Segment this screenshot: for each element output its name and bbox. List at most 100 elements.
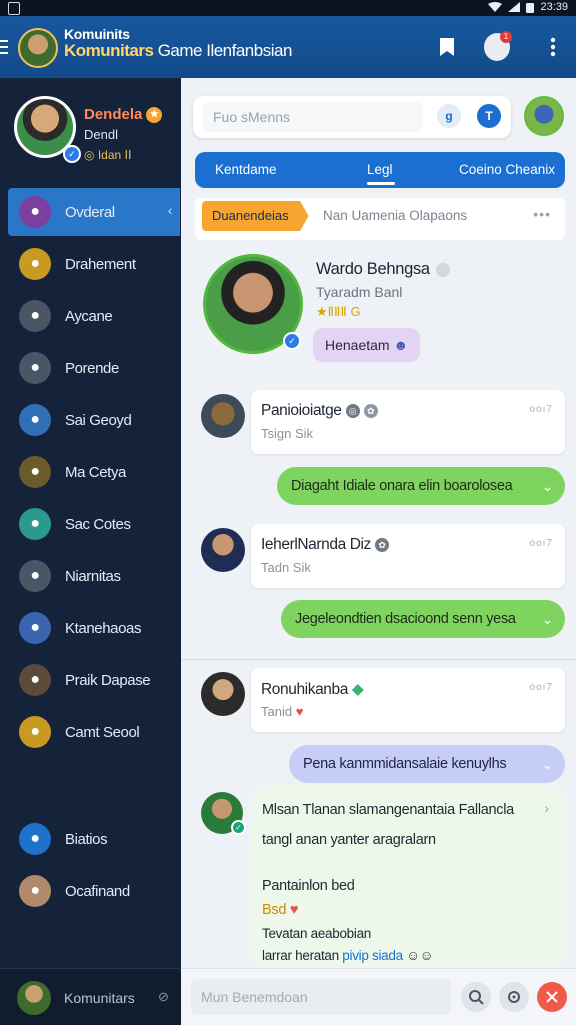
bookmark-button[interactable] [434, 34, 460, 60]
tab-bar: Kentdame Legl Coeino Cheanix [195, 152, 565, 188]
bookmark-icon [440, 38, 454, 56]
tab-coeino[interactable]: Coeino Cheanix [459, 162, 555, 177]
tab-legl[interactable]: Legl [367, 162, 393, 177]
chat-bubble[interactable]: Diagaht Idiale onara elin boarolosea ⌄ [277, 467, 565, 505]
category-text: Nan Uamenia Olapaons [323, 208, 468, 223]
sidebar-item-ma-cetya[interactable]: ● Ma Cetya [8, 448, 180, 496]
sidebar-item-aycane[interactable]: ● Aycane [8, 292, 180, 340]
treasure-icon: ● [19, 248, 51, 280]
long-message-line: Bsd ♥ [262, 902, 298, 918]
sword-icon: ● [19, 456, 51, 488]
notifications-button[interactable]: 1 [484, 31, 512, 61]
close-button[interactable] [537, 982, 567, 1012]
profile-name-text: Dendela [84, 106, 143, 123]
long-message-card[interactable]: Mlsan Tlanan slamangenantaia Fallancla t… [251, 786, 565, 968]
sidebar-item-camt-seool[interactable]: ● Camt Seool [8, 708, 180, 756]
character-icon: ● [19, 508, 51, 540]
profile-badge-icon: ★ [146, 107, 163, 124]
footer-label: Komunitars [64, 990, 135, 1006]
sidebar-item-label: Niarnitas [65, 567, 121, 585]
heart-icon: ♥ [289, 902, 299, 918]
long-message-line: tangl anan yanter aragralarn [262, 832, 436, 848]
search-input[interactable] [203, 102, 423, 132]
long-message-line-text: Bsd [262, 902, 287, 918]
sidebar-item-ovderal[interactable]: ● Ovderal ‹ [8, 188, 180, 236]
battery-icon [526, 2, 535, 13]
category-chip[interactable]: Duanendeias [202, 201, 309, 231]
message-card[interactable]: Ronuhikanba ◆ Tanid ♥ ooı7 [251, 668, 565, 732]
category-row[interactable]: Duanendeias Nan Uamenia Olapaons ••• [195, 198, 565, 240]
chevron-right-icon[interactable]: › [544, 800, 549, 816]
message-subtitle: Tanid ♥ [261, 704, 303, 719]
message-time: ooı7 [529, 682, 553, 693]
sidebar-item-biatios[interactable]: ● Biatios [8, 815, 180, 863]
long-message-line: larrar heratan pivip siada ☺☺ [262, 948, 434, 963]
chevron-down-icon[interactable]: ⌄ [542, 600, 554, 638]
group-avatar[interactable] [524, 96, 564, 136]
chevron-left-icon[interactable]: ‹ [168, 202, 173, 218]
sidebar-item-porende[interactable]: ● Porende [8, 344, 180, 392]
featured-rating: ★ⅡⅡⅡ G [316, 304, 361, 319]
footer-avatar [17, 981, 51, 1015]
chat-bubble-text: Pena kanmmidansalaie kenuylhs [303, 756, 507, 772]
settings-button[interactable] [499, 982, 529, 1012]
wifi-icon [488, 2, 503, 12]
sidebar-item-praik-dapase[interactable]: ● Praik Dapase [8, 656, 180, 704]
sidebar-item-sai-geoyd[interactable]: ● Sai Geoyd [8, 396, 180, 444]
more-options-button[interactable] [540, 34, 566, 60]
up-arrow-icon: ● [19, 823, 51, 855]
long-message-link[interactable]: pivip siada [342, 948, 403, 963]
featured-chip[interactable]: Henaetam ☻ [313, 328, 421, 362]
filter-button[interactable]: g [437, 104, 461, 128]
message-card[interactable]: Panioioiatge ◎ ✿ Tsign Sik ooı7 [251, 390, 565, 454]
main-panel: g T Kentdame Legl Coeino Cheanix Duanend… [181, 78, 576, 1025]
translate-button[interactable]: T [477, 104, 501, 128]
clock: 23:39 [540, 1, 568, 13]
badge-icon: ● [19, 300, 51, 332]
profile-name: Dendela ★ [84, 106, 163, 124]
sidebar-item-drahement[interactable]: ● Drahement [8, 240, 180, 288]
notification-count: 1 [500, 31, 512, 43]
featured-badge-icon [435, 262, 450, 277]
sidebar-item-ktanehaoas[interactable]: ● Ktanehaoas [8, 604, 180, 652]
menu-icon[interactable] [0, 40, 8, 54]
notification-icon [8, 2, 20, 15]
notification-avatar-icon: 1 [484, 31, 512, 61]
sidebar-item-label: Biatios [65, 830, 108, 848]
search-icon [469, 990, 484, 1005]
verified-icon: ✓ [231, 820, 246, 835]
message-avatar[interactable] [201, 394, 245, 438]
sidebar-item-label: Ktanehaoas [65, 619, 142, 637]
message-name: IeherlNarnda Diz ✿ [261, 536, 389, 554]
chevron-down-icon[interactable]: ⌄ [542, 467, 554, 505]
search-card: g T [193, 96, 511, 138]
message-input[interactable] [191, 979, 451, 1015]
sidebar-item-sac-cotes[interactable]: ● Sac Cotes [8, 500, 180, 548]
message-avatar[interactable] [201, 528, 245, 572]
message-card[interactable]: IeherlNarnda Diz ✿ Tadn Sik ooı7 [251, 524, 565, 588]
profile-level-text: Idan [97, 148, 122, 162]
chat-bubble-text: Diagaht Idiale onara elin boarolosea [291, 478, 513, 494]
search-button[interactable] [461, 982, 491, 1012]
gem-icon: ◆ [351, 681, 364, 698]
edit-icon: ⊘ [158, 989, 169, 1004]
filter-icon: g [445, 109, 453, 123]
chat-bubble[interactable]: Jegeleondtien dsacioond senn yesa ⌄ [281, 600, 565, 638]
sidebar-item-label: Praik Dapase [65, 671, 151, 689]
app-brand: Komunitars [64, 41, 154, 60]
sidebar-item-label: Aycane [65, 307, 113, 325]
translate-icon: T [485, 109, 493, 123]
message-avatar[interactable] [201, 672, 245, 716]
message-time: ooı7 [529, 404, 553, 415]
message-time: ooı7 [529, 538, 553, 549]
profile-role: Dendl [84, 127, 118, 142]
chat-bubble[interactable]: Pena kanmmidansalaie kenuylhs ⌄ [289, 745, 565, 783]
tab-kentdame[interactable]: Kentdame [215, 162, 277, 177]
more-icon[interactable]: ••• [533, 206, 551, 222]
avatar-icon: ● [19, 404, 51, 436]
divider [181, 659, 576, 660]
sidebar-item-ocafinand[interactable]: ● Ocafinand [8, 867, 180, 915]
sidebar-item-niarnitas[interactable]: ● Niarnitas [8, 552, 180, 600]
chevron-down-icon[interactable]: ⌄ [542, 745, 554, 783]
sidebar-footer[interactable]: Komunitars ⊘ [0, 968, 181, 1025]
